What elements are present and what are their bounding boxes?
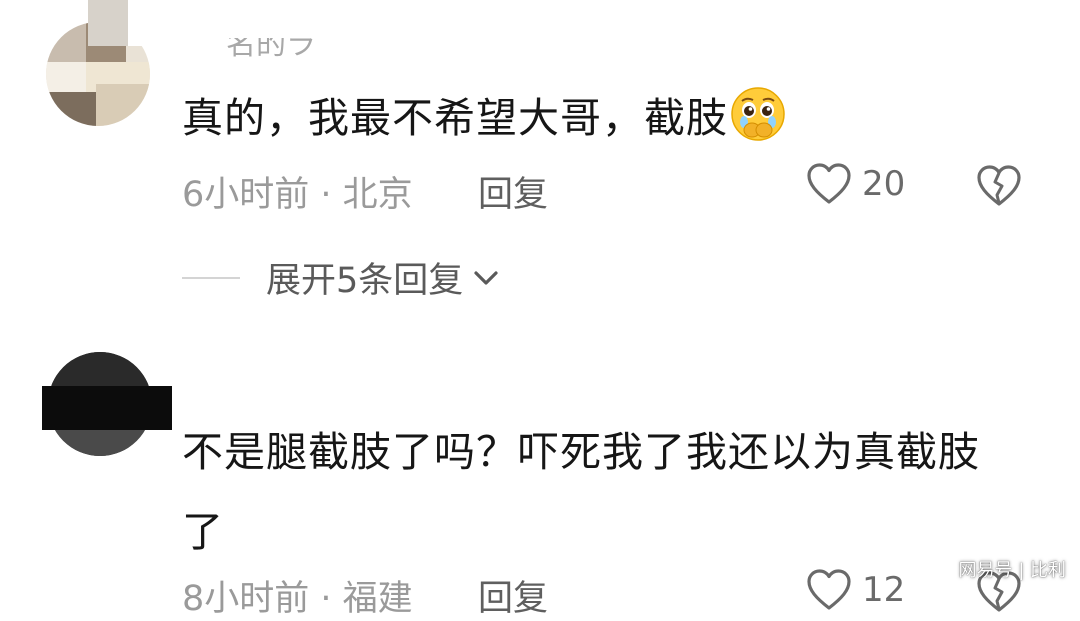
comment-text: 真的，我最不希望大哥，截肢 bbox=[182, 94, 728, 142]
watermark: 网易号 | 比利 bbox=[958, 560, 1066, 581]
privacy-mosaic bbox=[88, 0, 172, 46]
like-button[interactable]: 12 bbox=[806, 568, 905, 612]
chevron-down-icon bbox=[474, 270, 498, 285]
broken-heart-icon bbox=[977, 165, 1021, 206]
expand-replies-label: 展开5条回复 bbox=[266, 261, 464, 301]
heart-outline-icon bbox=[807, 163, 851, 204]
time-location: 8小时前 · 福建 bbox=[182, 579, 413, 619]
like-button[interactable]: 20 bbox=[806, 162, 905, 206]
comment-text: 不是腿截肢了吗？吓死我了我还以为真截肢了 bbox=[182, 428, 980, 556]
reply-button[interactable]: 回复 bbox=[478, 570, 548, 621]
pleading-face-crying-emoji bbox=[730, 86, 786, 142]
heart-outline-icon bbox=[807, 569, 851, 610]
like-count: 12 bbox=[862, 570, 906, 610]
comment-body: 真的，我最不希望大哥，截肢 bbox=[182, 78, 786, 158]
username[interactable]: 名的ラ bbox=[226, 38, 316, 62]
privacy-mosaic bbox=[42, 386, 172, 430]
like-count: 20 bbox=[862, 164, 906, 204]
reply-button[interactable]: 回复 bbox=[478, 166, 548, 217]
expand-replies[interactable]: 展开5条回复 bbox=[182, 252, 501, 303]
time-location: 6小时前 · 北京 bbox=[182, 175, 413, 215]
dislike-button[interactable] bbox=[976, 164, 1022, 212]
divider bbox=[182, 276, 240, 279]
